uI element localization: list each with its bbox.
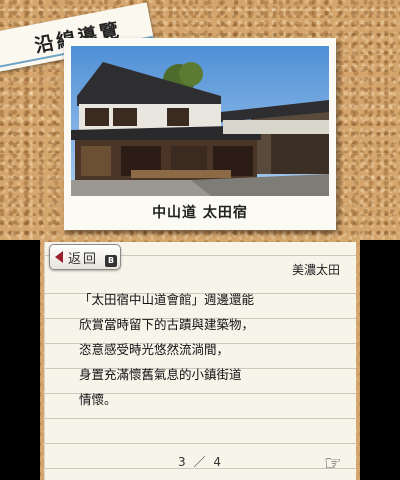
photo-caption: 中山道 太田宿 — [152, 205, 248, 221]
description-text: 「太田宿中山道會館」週邊還能 欣賞當時留下的古蹟與建築物， 恣意感受時光悠然流淌… — [79, 287, 349, 412]
back-arrow-icon — [55, 251, 63, 263]
next-page-button[interactable]: ☞ — [318, 451, 348, 475]
top-screen: 沿線導覽 — [0, 0, 400, 240]
left-bezel — [0, 240, 40, 480]
description-line: 「太田宿中山道會館」週邊還能 — [79, 292, 255, 307]
photo-frame — [71, 46, 329, 196]
townhouse-photo — [71, 46, 329, 196]
location-label: 美濃太田 — [291, 263, 340, 277]
page-separator: ／ — [193, 455, 208, 469]
b-key-badge: B — [105, 255, 117, 267]
page-current: 3 — [178, 455, 188, 469]
description-line: 情懷。 — [79, 392, 117, 407]
right-bezel — [360, 240, 400, 480]
description-line: 身置充滿懷舊氣息的小鎮街道 — [79, 367, 242, 382]
page-indicator: 3 ／ 4 — [45, 453, 356, 470]
note-paper: 返回 B 美濃太田 「太田宿中山道會館」週邊還能 欣賞當時留下的古蹟與建築物， … — [44, 242, 356, 480]
description-line: 欣賞當時留下的古蹟與建築物， — [79, 317, 255, 332]
back-button[interactable]: 返回 B — [49, 244, 121, 270]
page-total: 4 — [213, 455, 223, 469]
pointing-hand-icon: ☞ — [324, 451, 342, 475]
photo-card: 中山道 太田宿 — [64, 38, 336, 230]
description-line: 恣意感受時光悠然流淌間， — [79, 342, 230, 357]
back-button-label: 返回 — [68, 251, 99, 267]
bottom-screen: 返回 B 美濃太田 「太田宿中山道會館」週邊還能 欣賞當時留下的古蹟與建築物， … — [0, 240, 400, 480]
